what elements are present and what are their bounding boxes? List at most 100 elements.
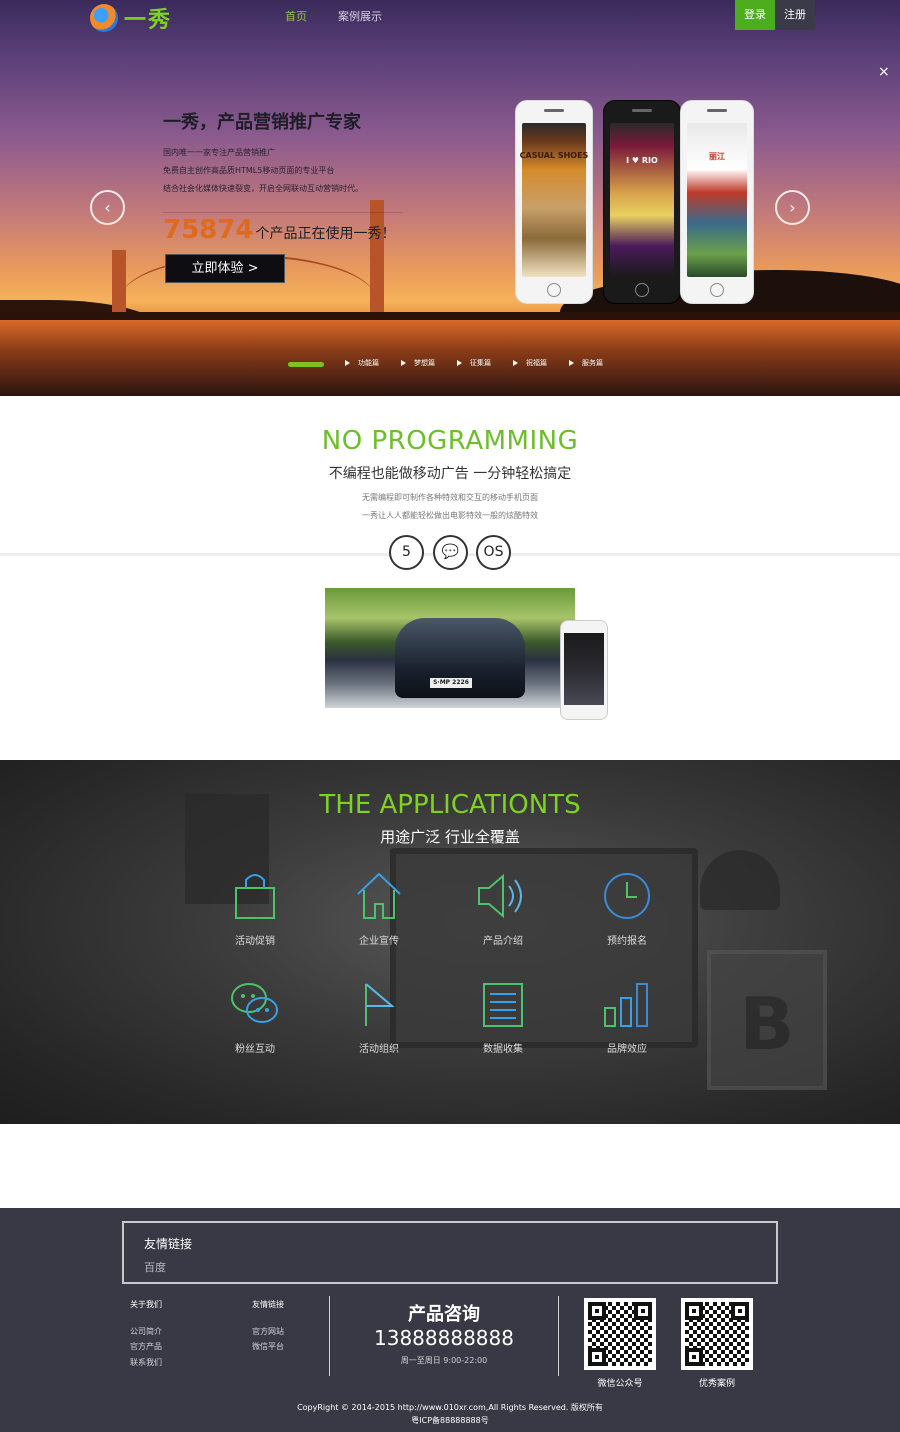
usage-count-text: 个产品正在使用一秀！: [255, 226, 396, 242]
phone-speaker: [707, 109, 727, 112]
applications-section: B THE APPLICATIONTS 用途广泛 行业全覆盖 活动促销 企业宣传…: [0, 760, 900, 1124]
divider: [163, 212, 403, 213]
qr-label: 微信公众号: [597, 1379, 643, 1389]
list-icon: [483, 983, 523, 1027]
phone-mockup: CASUAL SHOES: [515, 100, 593, 304]
phone-home-button: [635, 283, 649, 297]
app-item-product[interactable]: 产品介绍: [458, 870, 548, 947]
footer: 友情链接 百度 关于我们 公司简介 官方产品 联系我们 友情链接 官方网站 微信…: [0, 1208, 900, 1432]
phone-screen: [564, 633, 604, 705]
app-item-fans[interactable]: 粉丝互动: [210, 980, 300, 1055]
register-button[interactable]: 注册: [775, 0, 815, 30]
car-ad-image: S·MP 2226: [325, 588, 575, 708]
app-item-branding[interactable]: 企业宣传: [334, 870, 424, 947]
home-icon: [357, 872, 401, 919]
phone-home-button: [710, 283, 724, 297]
slide-tab[interactable]: 祝福篇: [513, 358, 547, 368]
html5-icon: 5: [389, 535, 424, 570]
usage-count-number: 75874: [163, 215, 254, 245]
phone-speaker: [544, 109, 564, 112]
app-item-label: 粉丝互动: [235, 1044, 275, 1055]
speaker-icon: [478, 873, 522, 919]
footer-link[interactable]: 微信平台: [252, 1341, 284, 1352]
app-item-event[interactable]: 活动组织: [334, 980, 424, 1055]
app-item-data[interactable]: 数据收集: [458, 980, 548, 1055]
next-slide-button[interactable]: ›: [775, 190, 810, 225]
phone-mockup: [560, 620, 608, 720]
divider: [558, 1296, 559, 1376]
logo[interactable]: 一秀: [90, 2, 172, 34]
phone-screen: 丽江: [687, 123, 747, 277]
play-icon: [569, 360, 574, 366]
flag-icon: [365, 983, 395, 1026]
footer-link[interactable]: 官方网站: [252, 1326, 284, 1337]
footer-link[interactable]: 公司简介: [130, 1326, 162, 1337]
section-desc-line: 无需编程即可制作各种特效和交互的移动手机页面: [362, 493, 538, 502]
app-item-label: 活动组织: [359, 1044, 399, 1055]
section-title: THE APPLICATIONTS: [319, 790, 581, 820]
top-nav: 一秀 首页 案例展示 登录 注册: [0, 0, 900, 33]
copyright: CopyRight © 2014-2015 http://www.010xr.c…: [297, 1403, 603, 1412]
hero-desc-line: 结合社会化媒体快速裂变，开启全网联动互动营销时代。: [163, 184, 363, 193]
hero-desc-line: 国内唯一一家专注产品营销推广: [163, 148, 275, 157]
close-icon[interactable]: ×: [878, 64, 890, 80]
screen-text: CASUAL SHOES: [519, 151, 589, 160]
prev-slide-button[interactable]: ‹: [90, 190, 125, 225]
hero-banner: 一秀 首页 案例展示 登录 注册 × 一秀，产品营销推广专家 国内唯一一家专注产…: [0, 0, 900, 396]
slide-tab[interactable]: 功能篇: [345, 358, 379, 368]
login-button[interactable]: 登录: [735, 0, 775, 30]
slide-tab[interactable]: 服务篇: [569, 358, 603, 368]
nav-cases-link[interactable]: 案例展示: [338, 8, 382, 24]
icp-number: 粤ICP备88888888号: [411, 1416, 489, 1425]
wechat-qr-code: [584, 1298, 656, 1370]
consult-hours: 周一至周日 9:00-22:00: [400, 1356, 488, 1365]
section-desc-line: 一秀让人人都能轻松做出电影特效一般的炫酷特效: [362, 511, 538, 520]
app-item-brand[interactable]: 品牌效应: [582, 980, 672, 1055]
play-icon: [401, 360, 406, 366]
phone-speaker: [632, 109, 652, 112]
app-item-label: 活动促销: [235, 936, 275, 947]
chat-icon: [231, 983, 278, 1023]
phone-screen: CASUAL SHOES: [520, 123, 588, 277]
section-title: NO PROGRAMMING: [321, 426, 579, 456]
play-icon: [345, 360, 350, 366]
play-icon: [513, 360, 518, 366]
footer-col-title: 关于我们: [130, 1300, 162, 1309]
app-item-booking[interactable]: 预约报名: [582, 870, 672, 947]
hero-title: 一秀，产品营销推广专家: [163, 112, 361, 133]
cases-qr-code: [681, 1298, 753, 1370]
app-item-label: 预约报名: [607, 936, 647, 947]
qr-label: 优秀案例: [698, 1379, 735, 1389]
app-item-promotion[interactable]: 活动促销: [210, 870, 300, 947]
footer-link[interactable]: 联系我们: [130, 1357, 162, 1368]
hero-desc-line: 免费自主创作高品质HTML5移动页面的专业平台: [163, 166, 335, 175]
slide-tab-label: 梦想篇: [414, 359, 435, 367]
clock-icon: [604, 873, 650, 919]
bar-chart-icon: [604, 983, 648, 1027]
section-subtitle: 用途广泛 行业全覆盖: [380, 828, 520, 846]
shopping-bag-icon: [235, 874, 275, 919]
friend-link[interactable]: 百度: [144, 1259, 166, 1275]
nav-home-link[interactable]: 首页: [285, 8, 307, 24]
footer-link[interactable]: 官方产品: [130, 1341, 162, 1352]
wechat-icon: 💬: [433, 535, 468, 570]
friend-links-box: 友情链接 百度: [122, 1221, 778, 1284]
slide-indicator: [288, 362, 324, 367]
try-now-button[interactable]: 立即体验 >: [165, 254, 285, 283]
slide-tab[interactable]: 征集篇: [457, 358, 491, 368]
app-item-label: 企业宣传: [359, 936, 399, 947]
slide-tab-label: 祝福篇: [526, 359, 547, 367]
footer-col-title: 友情链接: [252, 1300, 284, 1309]
section-subtitle: 不编程也能做移动广告 一分钟轻松搞定: [328, 466, 572, 482]
consult-phone: 13888888888: [374, 1326, 514, 1350]
slide-tab-label: 功能篇: [358, 359, 379, 367]
play-icon: [457, 360, 462, 366]
bridge-deck: [0, 312, 900, 320]
license-plate: S·MP 2226: [430, 678, 472, 688]
usage-count: 75874 个产品正在使用一秀！: [163, 215, 395, 245]
phone-mockup: 丽江: [680, 100, 754, 304]
slide-tab-label: 服务篇: [582, 359, 603, 367]
app-item-label: 品牌效应: [607, 1044, 647, 1055]
slide-tab[interactable]: 梦想篇: [401, 358, 435, 368]
friend-links-title: 友情链接: [144, 1237, 193, 1251]
